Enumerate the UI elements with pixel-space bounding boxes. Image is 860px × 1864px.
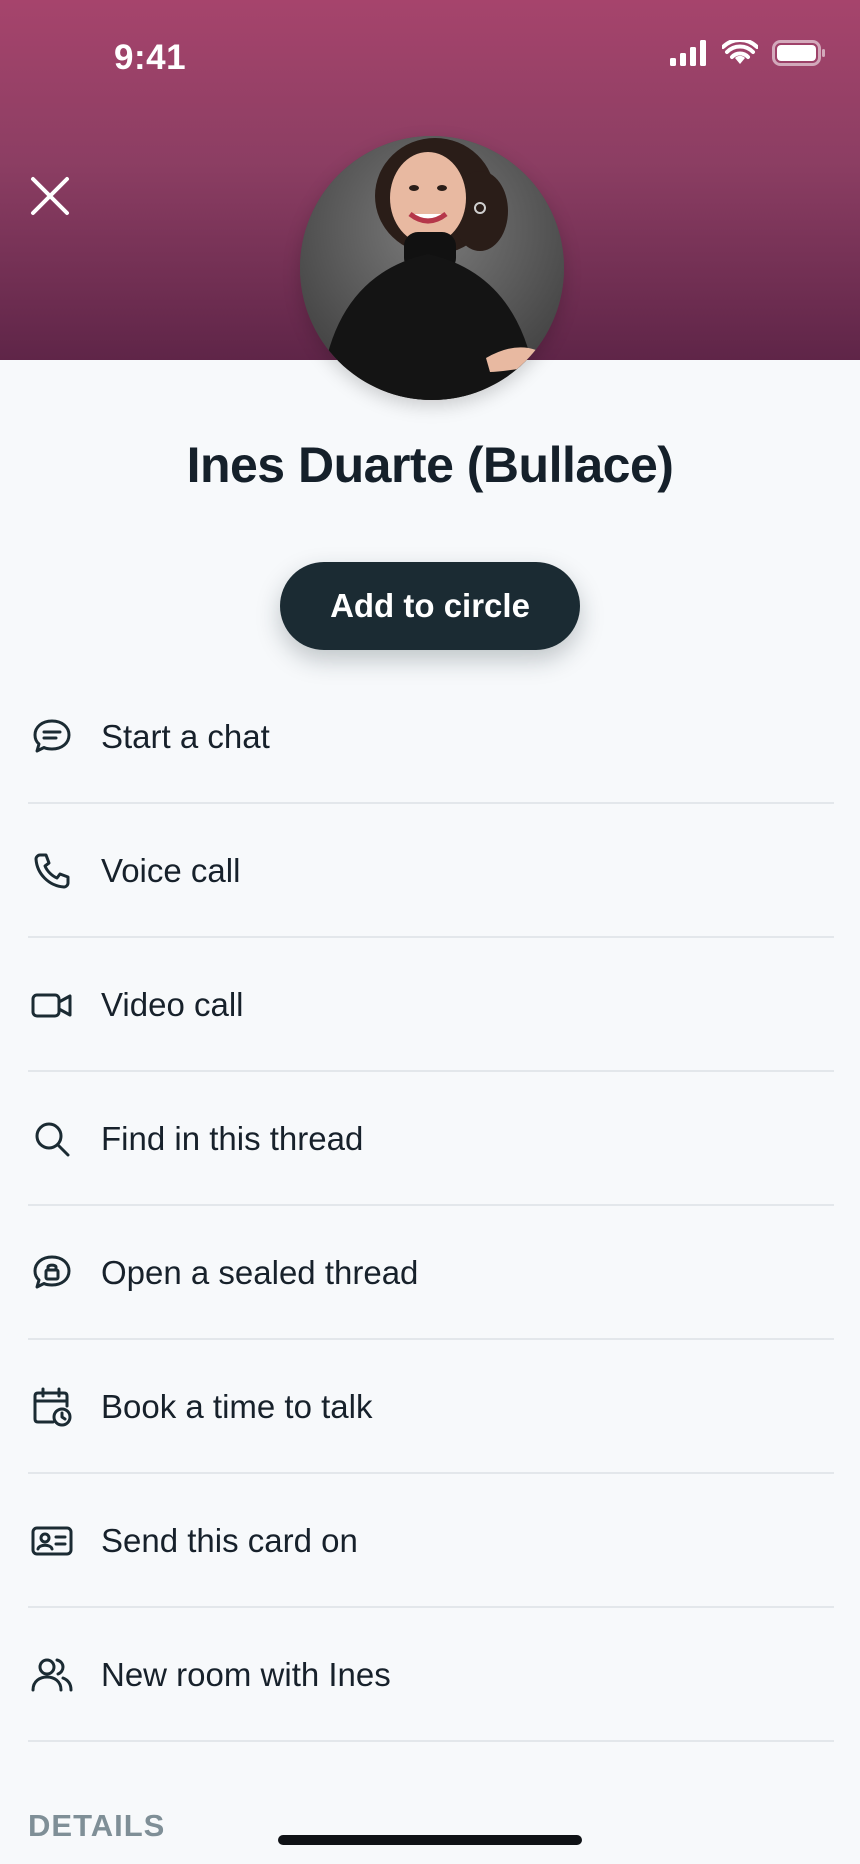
status-bar: 9:41 <box>0 0 860 120</box>
search-icon <box>28 1115 76 1163</box>
contact-card-icon <box>28 1517 76 1565</box>
action-voice-call[interactable]: Voice call <box>0 804 860 938</box>
action-label: Find in this thread <box>101 1120 364 1157</box>
action-start-chat[interactable]: Start a chat <box>0 670 860 804</box>
contact-name: Ines Duarte (Bullace) <box>186 437 674 493</box>
calendar-clock-icon <box>28 1383 76 1431</box>
action-find-in-thread[interactable]: Find in this thread <box>0 1072 860 1206</box>
action-send-card[interactable]: Send this card on <box>0 1474 860 1608</box>
wifi-icon <box>722 40 758 66</box>
contact-avatar <box>300 136 564 400</box>
action-book-time[interactable]: Book a time to talk <box>0 1340 860 1474</box>
phone-icon <box>28 847 76 895</box>
status-icons <box>670 40 826 66</box>
action-label: Open a sealed thread <box>101 1254 419 1291</box>
action-label: New room with Ines <box>101 1656 391 1693</box>
battery-icon <box>772 40 826 66</box>
action-list: Start a chat Voice call Video call Find … <box>0 670 860 1742</box>
action-video-call[interactable]: Video call <box>0 938 860 1072</box>
group-icon <box>28 1651 76 1699</box>
divider <box>28 1740 834 1742</box>
lock-chat-icon <box>28 1249 76 1297</box>
action-label: Video call <box>101 986 244 1023</box>
cellular-signal-icon <box>670 40 708 66</box>
add-to-circle-button[interactable]: Add to circle <box>280 562 580 650</box>
close-button[interactable] <box>22 168 78 224</box>
action-label: Voice call <box>101 852 241 889</box>
avatar-portrait-icon <box>300 136 564 400</box>
action-label: Start a chat <box>101 718 270 755</box>
status-time: 9:41 <box>114 38 187 77</box>
chat-bubble-icon <box>28 713 76 761</box>
close-icon <box>29 175 71 217</box>
video-camera-icon <box>28 981 76 1029</box>
action-new-room[interactable]: New room with Ines <box>0 1608 860 1742</box>
action-label: Book a time to talk <box>101 1388 373 1425</box>
action-open-sealed-thread[interactable]: Open a sealed thread <box>0 1206 860 1340</box>
details-section-header: DETAILS <box>28 1808 166 1843</box>
home-indicator[interactable] <box>278 1835 582 1845</box>
action-label: Send this card on <box>101 1522 358 1559</box>
